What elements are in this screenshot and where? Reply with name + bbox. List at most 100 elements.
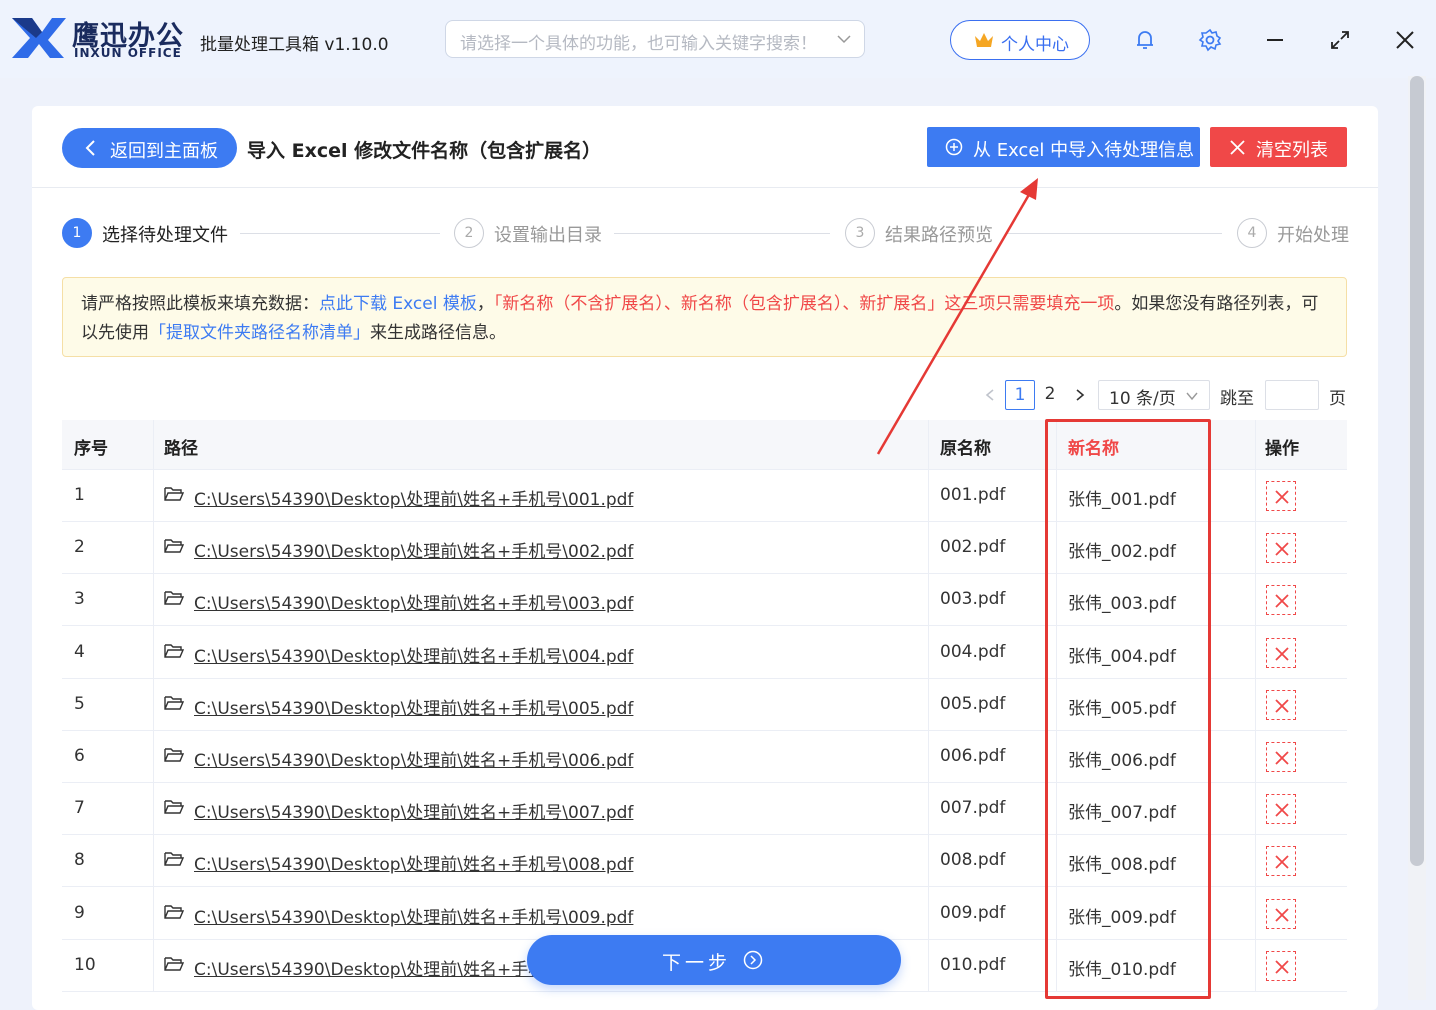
delete-row-button[interactable]	[1266, 533, 1296, 564]
table-row: 4 C:\Users\54390\Desktop\处理前\姓名+手机号\004.p…	[62, 627, 1347, 679]
delete-row-button[interactable]	[1266, 898, 1296, 929]
close-icon	[1275, 960, 1289, 974]
row-index: 4	[74, 641, 85, 662]
folder-icon[interactable]	[164, 799, 184, 815]
delete-row-button[interactable]	[1266, 689, 1296, 720]
new-name: 张伟_005.pdf	[1068, 698, 1176, 719]
step-number: 1	[62, 218, 92, 248]
step-label: 选择待处理文件	[102, 225, 228, 246]
scrollbar[interactable]	[1408, 76, 1426, 1000]
delete-row-button[interactable]	[1266, 950, 1296, 981]
page-size-value: 10 条/页	[1109, 389, 1176, 409]
prev-page-icon[interactable]	[983, 388, 997, 402]
table-row: 8 C:\Users\54390\Desktop\处理前\姓名+手机号\008.p…	[62, 835, 1347, 888]
column-divider	[928, 420, 929, 992]
column-divider	[1056, 420, 1057, 992]
original-name: 003.pdf	[940, 589, 1006, 610]
delete-row-button[interactable]	[1266, 846, 1296, 877]
file-path-link[interactable]: C:\Users\54390\Desktop\处理前\姓名+手机号\002.pd…	[194, 537, 633, 562]
delete-row-button[interactable]	[1266, 481, 1296, 511]
new-name: 张伟_001.pdf	[1068, 490, 1176, 510]
close-icon	[1275, 751, 1289, 765]
table-row: 7 C:\Users\54390\Desktop\处理前\姓名+手机号\007.p…	[62, 783, 1347, 836]
user-center-button[interactable]: 个人中心	[950, 20, 1090, 60]
page-size-select[interactable]: 10 条/页	[1098, 380, 1210, 410]
new-name: 张伟_009.pdf	[1068, 907, 1176, 928]
import-label: 从 Excel 中导入待处理信息	[973, 140, 1195, 161]
original-name: 008.pdf	[940, 850, 1006, 871]
row-index: 2	[74, 537, 85, 558]
close-icon	[1275, 803, 1289, 817]
folder-icon[interactable]	[164, 956, 184, 972]
original-name: 005.pdf	[940, 693, 1006, 714]
close-icon	[1275, 594, 1289, 609]
table-row: 5 C:\Users\54390\Desktop\处理前\姓名+手机号\005.p…	[62, 679, 1347, 731]
back-to-main-button[interactable]: 返回到主面板	[62, 128, 237, 168]
close-icon	[1275, 542, 1289, 556]
file-path-link[interactable]: C:\Users\54390\Desktop\处理前\姓名+手机号\001.pd…	[194, 485, 633, 510]
folder-icon[interactable]	[164, 904, 184, 920]
page-1-button[interactable]: 1	[1005, 380, 1035, 410]
scroll-thumb[interactable]	[1410, 76, 1424, 866]
minimize-icon[interactable]	[1263, 28, 1287, 52]
file-path-link[interactable]: C:\Users\54390\Desktop\处理前\姓名+手机号\003.pd…	[194, 589, 633, 614]
original-name: 002.pdf	[940, 537, 1006, 558]
row-index: 10	[74, 954, 96, 975]
bell-icon[interactable]	[1133, 28, 1157, 52]
folder-icon[interactable]	[164, 695, 184, 711]
table-row: 6 C:\Users\54390\Desktop\处理前\姓名+手机号\006.p…	[62, 731, 1347, 783]
chevron-down-icon	[1186, 392, 1198, 401]
delete-row-button[interactable]	[1266, 585, 1296, 616]
folder-icon[interactable]	[164, 590, 184, 606]
chevron-left-icon	[85, 140, 95, 156]
delete-row-button[interactable]	[1266, 637, 1296, 668]
file-path-link[interactable]: C:\Users\54390\Desktop\处理前\姓名+手机号\009.pd…	[194, 903, 633, 928]
table-header: 序号 路径 原名称 新名称 操作	[62, 420, 1347, 470]
next-step-button[interactable]: 下一步	[527, 935, 901, 985]
row-index: 9	[74, 902, 85, 923]
brand-name-en: INXUN OFFICE	[74, 46, 182, 60]
page-2-button[interactable]: 2	[1035, 380, 1065, 410]
file-path-link[interactable]: C:\Users\54390\Desktop\处理前\姓名+手机号\005.pd…	[194, 694, 633, 719]
close-icon	[1275, 907, 1289, 922]
folder-icon[interactable]	[164, 538, 184, 554]
original-name: 010.pdf	[940, 954, 1006, 975]
close-icon[interactable]	[1393, 28, 1417, 52]
extract-folder-link[interactable]: 「提取文件夹路径名称清单」	[149, 323, 370, 343]
delete-row-button[interactable]	[1266, 794, 1296, 825]
panel-header: 返回到主面板 导入 Excel 修改文件名称（包含扩展名） 从 Excel 中导…	[32, 106, 1378, 188]
search-input[interactable]: 请选择一个具体的功能，也可输入关键字搜索！	[445, 20, 865, 58]
folder-icon[interactable]	[164, 486, 184, 502]
app-title: 批量处理工具箱 v1.10.0	[200, 35, 389, 55]
maximize-icon[interactable]	[1328, 28, 1352, 52]
folder-icon[interactable]	[164, 747, 184, 763]
col-orig-name: 原名称	[940, 439, 991, 459]
step-number: 4	[1237, 218, 1267, 248]
delete-row-button[interactable]	[1266, 742, 1296, 772]
file-path-link[interactable]: C:\Users\54390\Desktop\处理前\姓名+手机号\008.pd…	[194, 850, 633, 875]
new-name: 张伟_002.pdf	[1068, 542, 1176, 563]
table-row: 1 C:\Users\54390\Desktop\处理前\姓名+手机号\001.p…	[62, 470, 1347, 522]
file-path-link[interactable]: C:\Users\54390\Desktop\处理前\姓名+手机号\006.pd…	[194, 746, 633, 771]
gear-icon[interactable]	[1198, 28, 1222, 52]
title-bar: 鹰迅办公 INXUN OFFICE 批量处理工具箱 v1.10.0 请选择一个具…	[0, 0, 1436, 78]
col-new-name: 新名称	[1068, 439, 1119, 459]
clear-list-button[interactable]: 清空列表	[1210, 127, 1347, 167]
download-template-link[interactable]: 点此下载 Excel 模板	[319, 294, 477, 314]
step-divider	[614, 233, 830, 234]
arrow-right-circle-icon	[743, 950, 763, 970]
file-path-link[interactable]: C:\Users\54390\Desktop\处理前\姓名+手机号\007.pd…	[194, 798, 633, 823]
original-name: 007.pdf	[940, 798, 1006, 819]
import-excel-button[interactable]: 从 Excel 中导入待处理信息	[927, 127, 1200, 167]
col-index: 序号	[74, 439, 108, 459]
next-page-icon[interactable]	[1073, 388, 1087, 402]
row-index: 6	[74, 746, 85, 766]
jump-page-input[interactable]	[1265, 380, 1319, 410]
close-icon	[1275, 646, 1289, 661]
row-index: 8	[74, 850, 85, 871]
file-path-link[interactable]: C:\Users\54390\Desktop\处理前\姓名+手机号\004.pd…	[194, 642, 633, 667]
folder-icon[interactable]	[164, 851, 184, 867]
folder-icon[interactable]	[164, 643, 184, 659]
new-name: 张伟_004.pdf	[1068, 646, 1176, 667]
step-label: 设置输出目录	[494, 225, 602, 246]
